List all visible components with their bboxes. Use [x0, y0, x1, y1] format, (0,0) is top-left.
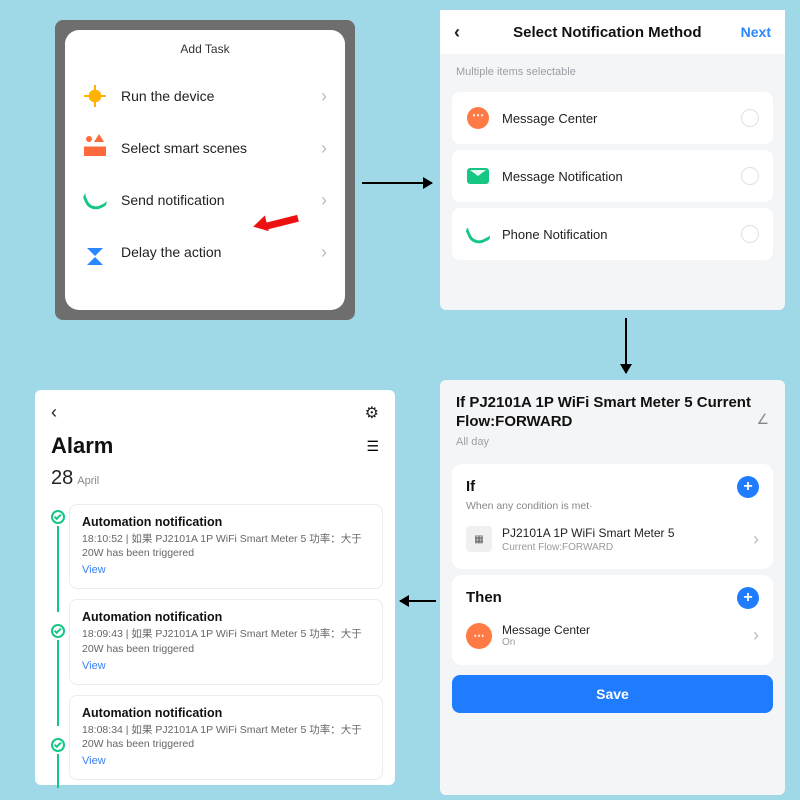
flow-arrow: [400, 600, 436, 602]
task-select-scenes[interactable]: Select smart scenes ›: [83, 122, 327, 174]
chevron-right-icon: ›: [321, 86, 327, 107]
notification-card[interactable]: Automation notification 18:09:43 | 如果 PJ…: [69, 599, 383, 684]
chevron-right-icon: ›: [753, 529, 759, 550]
if-subtext: When any condition is met·: [466, 500, 759, 512]
notification-body: 18:10:52 | 如果 PJ2101A 1P WiFi Smart Mete…: [82, 532, 370, 560]
add-action-button[interactable]: +: [737, 587, 759, 609]
chevron-right-icon: ›: [753, 625, 759, 646]
check-icon: [51, 738, 65, 752]
message-center-icon: [466, 106, 490, 130]
chevron-right-icon: ›: [321, 138, 327, 159]
mail-icon: [466, 164, 490, 188]
date-label: 28 April: [35, 459, 395, 500]
date-month: April: [77, 475, 99, 487]
panel-alarm: ‹ ⚙ Alarm ☰ 28 April Automation notificat…: [35, 390, 395, 785]
action-row[interactable]: ⋯ Message Center On ›: [466, 619, 759, 653]
device-state: Current Flow:FORWARD: [502, 542, 753, 553]
chevron-right-icon: ›: [321, 190, 327, 211]
notification-body: 18:08:34 | 如果 PJ2101A 1P WiFi Smart Mete…: [82, 723, 370, 751]
phone-notify-icon: [83, 188, 107, 212]
filter-icon[interactable]: ☰: [366, 438, 379, 455]
automation-schedule: All day: [440, 436, 785, 458]
flow-arrow: [625, 318, 627, 373]
scene-icon: [83, 136, 107, 160]
method-message-center[interactable]: Message Center: [452, 92, 773, 144]
radio-unselected[interactable]: [741, 167, 759, 185]
notification-card[interactable]: Automation notification 18:10:52 | 如果 PJ…: [69, 504, 383, 589]
view-link[interactable]: View: [82, 660, 106, 672]
notification-body: 18:09:43 | 如果 PJ2101A 1P WiFi Smart Mete…: [82, 627, 370, 655]
hourglass-icon: [83, 240, 107, 264]
message-center-icon: ⋯: [466, 623, 492, 649]
add-task-title: Add Task: [83, 42, 327, 56]
action-state: On: [502, 637, 753, 648]
action-name: Message Center: [502, 623, 753, 637]
method-label: Message Center: [502, 111, 741, 126]
back-button[interactable]: ‹: [454, 22, 474, 43]
timeline: [47, 500, 69, 790]
add-condition-button[interactable]: +: [737, 476, 759, 498]
date-day: 28: [51, 467, 73, 489]
subtitle: Multiple items selectable: [440, 54, 785, 86]
automation-title: If PJ2101A 1P WiFi Smart Meter 5 Current…: [456, 394, 756, 432]
radio-unselected[interactable]: [741, 109, 759, 127]
method-phone-notification[interactable]: Phone Notification: [452, 208, 773, 260]
task-label: Run the device: [121, 88, 321, 104]
condition-row[interactable]: ▦ PJ2101A 1P WiFi Smart Meter 5 Current …: [466, 522, 759, 557]
device-icon: ▦: [466, 526, 492, 552]
view-link[interactable]: View: [82, 564, 106, 576]
next-button[interactable]: Next: [741, 24, 771, 40]
sun-icon: [83, 84, 107, 108]
task-run-device[interactable]: Run the device ›: [83, 70, 327, 122]
back-button[interactable]: ‹: [51, 402, 71, 423]
device-name: PJ2101A 1P WiFi Smart Meter 5: [502, 526, 753, 540]
chevron-right-icon: ›: [321, 242, 327, 263]
tutorial-red-arrow: [255, 212, 301, 242]
header-title: Select Notification Method: [474, 24, 741, 41]
then-section: Then + ⋯ Message Center On ›: [452, 575, 773, 665]
check-icon: [51, 624, 65, 638]
edit-icon[interactable]: ∠: [756, 411, 769, 432]
task-label: Send notification: [121, 192, 321, 208]
if-section: If + When any condition is met· ▦ PJ2101…: [452, 464, 773, 569]
flow-arrow: [362, 182, 432, 184]
radio-unselected[interactable]: [741, 225, 759, 243]
save-button[interactable]: Save: [452, 675, 773, 713]
section-heading-then: Then: [466, 589, 502, 606]
panel-select-method: ‹ Select Notification Method Next Multip…: [440, 10, 785, 310]
task-label: Select smart scenes: [121, 140, 321, 156]
header: ‹ Select Notification Method Next: [440, 10, 785, 54]
page-title: Alarm: [35, 429, 395, 459]
notification-title: Automation notification: [82, 706, 370, 720]
notification-title: Automation notification: [82, 515, 370, 529]
gear-icon[interactable]: ⚙: [365, 403, 379, 423]
check-icon: [51, 510, 65, 524]
task-label: Delay the action: [121, 244, 321, 260]
view-link[interactable]: View: [82, 755, 106, 767]
panel-add-task: Add Task Run the device › Select smart s…: [55, 20, 355, 320]
notification-title: Automation notification: [82, 610, 370, 624]
panel-automation-detail: If PJ2101A 1P WiFi Smart Meter 5 Current…: [440, 380, 785, 795]
call-icon: [466, 222, 490, 246]
method-label: Message Notification: [502, 169, 741, 184]
method-message-notification[interactable]: Message Notification: [452, 150, 773, 202]
notification-card[interactable]: Automation notification 18:08:34 | 如果 PJ…: [69, 695, 383, 780]
method-label: Phone Notification: [502, 227, 741, 242]
section-heading-if: If: [466, 478, 475, 495]
